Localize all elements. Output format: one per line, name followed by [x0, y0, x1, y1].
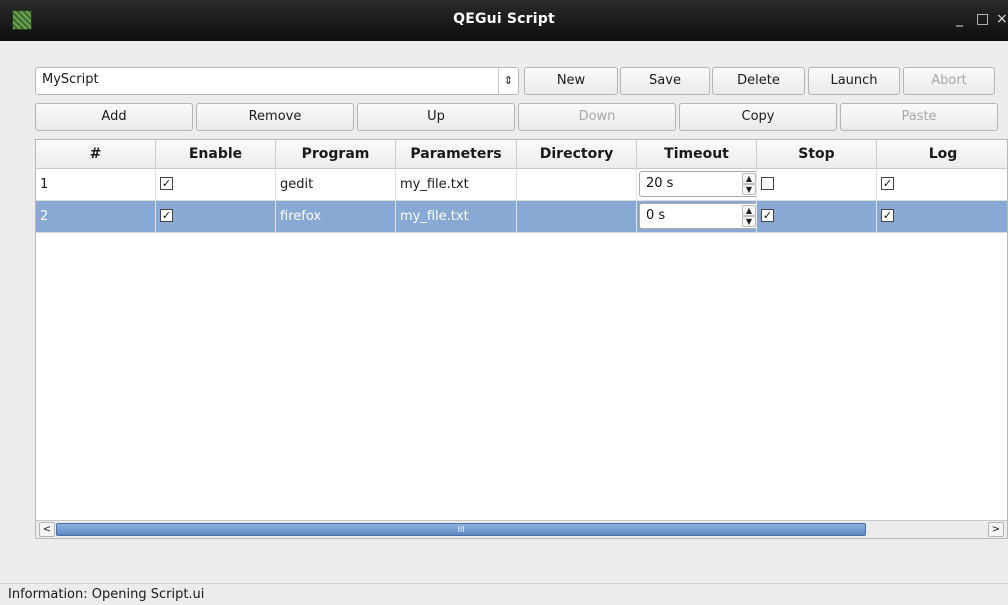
timeout-value: 20 s — [646, 176, 674, 191]
enable-checkbox[interactable]: ✓ — [160, 209, 173, 222]
log-checkbox[interactable]: ✓ — [881, 177, 894, 190]
horizontal-scrollbar[interactable]: < III > — [36, 520, 1007, 538]
enable-checkbox[interactable]: ✓ — [160, 177, 173, 190]
new-button[interactable]: New — [524, 67, 618, 95]
launch-button[interactable]: Launch — [808, 67, 900, 95]
status-bar: Information: Opening Script.ui — [0, 583, 1008, 605]
dropdown-arrow-icon[interactable]: ⇕ — [498, 68, 518, 94]
spin-up-icon[interactable]: ▲ — [742, 173, 756, 184]
scrollbar-thumb[interactable]: III — [56, 523, 866, 536]
remove-button[interactable]: Remove — [196, 103, 354, 131]
delete-button[interactable]: Delete — [712, 67, 805, 95]
title-bar[interactable]: QEGui Script _ □ × — [0, 0, 1008, 41]
table-row[interactable]: 2 ✓ firefox my_file.txt 0 s ▲ ▼ ✓ ✓ — [36, 201, 1007, 233]
spin-up-icon[interactable]: ▲ — [742, 205, 756, 216]
program-cell[interactable]: gedit — [276, 169, 396, 200]
spin-down-icon[interactable]: ▼ — [742, 216, 756, 227]
table-header: # Enable Program Parameters Directory Ti… — [36, 140, 1007, 169]
abort-button[interactable]: Abort — [903, 67, 995, 95]
status-text: Information: Opening Script.ui — [8, 587, 205, 602]
stop-checkbox[interactable] — [761, 177, 774, 190]
close-button[interactable]: × — [996, 11, 1008, 27]
copy-button[interactable]: Copy — [679, 103, 837, 131]
save-button[interactable]: Save — [620, 67, 710, 95]
row-number: 2 — [36, 201, 156, 232]
table-row[interactable]: 1 ✓ gedit my_file.txt 20 s ▲ ▼ ✓ — [36, 169, 1007, 201]
script-select-value: MyScript — [42, 72, 99, 87]
timeout-spinbox[interactable]: 20 s ▲ ▼ — [639, 171, 756, 197]
script-select[interactable]: MyScript ⇕ — [35, 67, 519, 95]
window-title: QEGui Script — [453, 11, 555, 27]
script-table[interactable]: # Enable Program Parameters Directory Ti… — [35, 139, 1008, 539]
main-panel: MyScript ⇕ New Save Delete Launch Abort … — [0, 41, 1008, 605]
scroll-left-icon[interactable]: < — [39, 522, 55, 537]
program-cell[interactable]: firefox — [276, 201, 396, 232]
log-checkbox[interactable]: ✓ — [881, 209, 894, 222]
column-header-enable[interactable]: Enable — [156, 140, 276, 169]
column-header-number[interactable]: # — [36, 140, 156, 169]
column-header-timeout[interactable]: Timeout — [637, 140, 757, 169]
column-header-directory[interactable]: Directory — [517, 140, 637, 169]
column-header-program[interactable]: Program — [276, 140, 396, 169]
spin-down-icon[interactable]: ▼ — [742, 184, 756, 195]
directory-cell[interactable] — [517, 201, 637, 232]
row-number: 1 — [36, 169, 156, 200]
scroll-right-icon[interactable]: > — [988, 522, 1004, 537]
column-header-log[interactable]: Log — [877, 140, 1007, 169]
up-button[interactable]: Up — [357, 103, 515, 131]
parameters-cell[interactable]: my_file.txt — [396, 201, 517, 232]
stop-checkbox[interactable]: ✓ — [761, 209, 774, 222]
down-button[interactable]: Down — [518, 103, 676, 131]
timeout-spinbox[interactable]: 0 s ▲ ▼ — [639, 203, 756, 229]
paste-button[interactable]: Paste — [840, 103, 998, 131]
add-button[interactable]: Add — [35, 103, 193, 131]
maximize-button[interactable]: □ — [976, 11, 989, 27]
column-header-stop[interactable]: Stop — [757, 140, 877, 169]
directory-cell[interactable] — [517, 169, 637, 200]
parameters-cell[interactable]: my_file.txt — [396, 169, 517, 200]
minimize-button[interactable]: _ — [956, 11, 963, 27]
column-header-parameters[interactable]: Parameters — [396, 140, 517, 169]
timeout-value: 0 s — [646, 208, 666, 223]
